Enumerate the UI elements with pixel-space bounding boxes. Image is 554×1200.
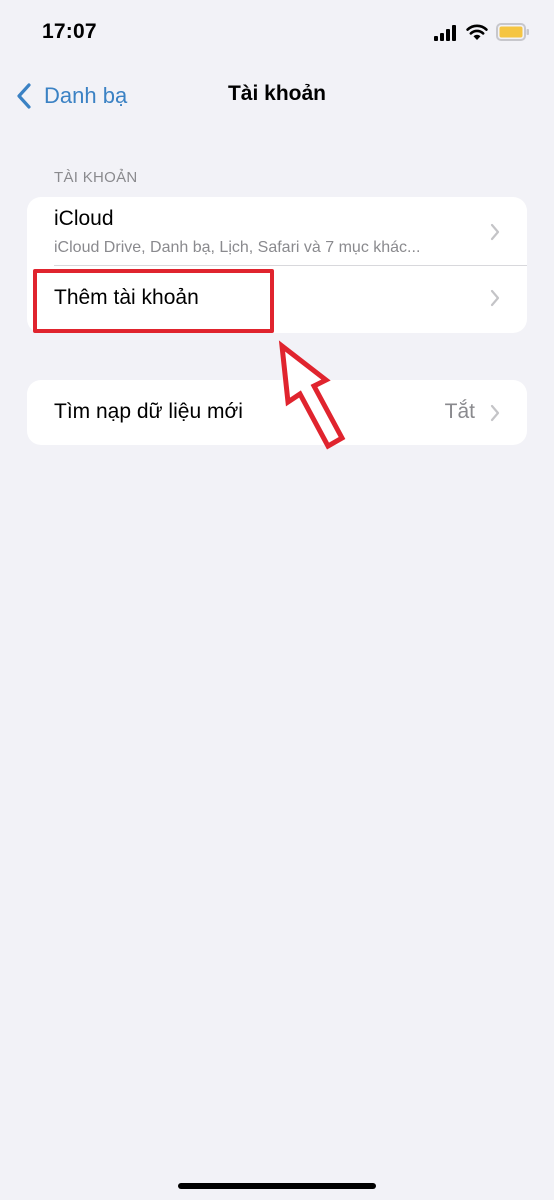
- accounts-section-header: TÀI KHOẢN: [54, 169, 138, 186]
- navigation-bar: Danh bạ Tài khoản: [0, 72, 554, 120]
- icloud-row-subtitle: iCloud Drive, Danh bạ, Lịch, Safari và 7…: [54, 239, 421, 256]
- status-icons: [434, 22, 530, 44]
- icloud-row[interactable]: iCloud iCloud Drive, Danh bạ, Lịch, Safa…: [27, 197, 527, 266]
- fetch-new-data-value: Tắt: [444, 400, 475, 423]
- annotation-arrow-icon: [278, 340, 346, 450]
- chevron-right-icon: [490, 404, 500, 422]
- icloud-row-title: iCloud: [54, 207, 114, 230]
- home-indicator: [178, 1183, 376, 1189]
- status-bar: 17:07: [0, 0, 554, 64]
- chevron-right-icon: [490, 289, 500, 307]
- annotation-highlight-box: [33, 269, 274, 333]
- status-time: 17:07: [42, 20, 97, 43]
- chevron-right-icon: [490, 223, 500, 241]
- battery-icon: [496, 23, 529, 41]
- page-title: Tài khoản: [227, 82, 327, 105]
- wifi-icon: [466, 24, 488, 40]
- signal-icon: [434, 25, 456, 41]
- fetch-new-data-title: Tìm nạp dữ liệu mới: [54, 400, 243, 423]
